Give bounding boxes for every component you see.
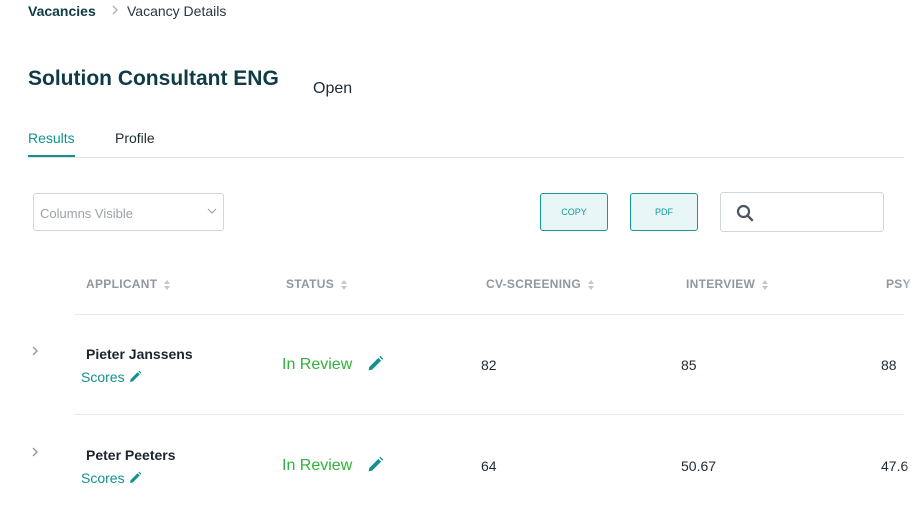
expand-row-chevron-icon[interactable] bbox=[30, 445, 40, 462]
page-title: Solution Consultant ENG bbox=[28, 67, 279, 90]
chevron-down-icon bbox=[207, 208, 217, 214]
columns-visible-placeholder: Columns Visible bbox=[40, 206, 133, 221]
search-icon bbox=[736, 204, 754, 222]
pdf-button[interactable]: PDF bbox=[630, 193, 698, 231]
table-overflow-fade bbox=[904, 260, 924, 505]
edit-status-pencil-icon[interactable] bbox=[366, 456, 384, 479]
interview-score: 85 bbox=[681, 357, 697, 373]
columns-visible-select[interactable]: Columns Visible bbox=[33, 193, 224, 231]
copy-button[interactable]: COPY bbox=[540, 193, 608, 231]
column-header-interview[interactable]: INTERVIEW bbox=[686, 277, 769, 291]
expand-row-chevron-icon[interactable] bbox=[30, 344, 40, 361]
column-header-label: APPLICANT bbox=[86, 277, 158, 291]
cv-screening-score: 64 bbox=[481, 458, 497, 474]
column-header-label: CV-SCREENING bbox=[486, 277, 581, 291]
sort-icon bbox=[164, 279, 171, 290]
tabs-divider bbox=[28, 157, 904, 158]
interview-score: 50.67 bbox=[681, 458, 717, 474]
psy-score: 88 bbox=[881, 357, 897, 373]
status-label: In Review bbox=[282, 356, 353, 373]
edit-status-pencil-icon[interactable] bbox=[366, 355, 384, 378]
column-header-label: INTERVIEW bbox=[686, 277, 756, 291]
pencil-icon bbox=[129, 471, 141, 483]
column-header-status[interactable]: STATUS bbox=[286, 277, 348, 291]
tab-profile[interactable]: Profile bbox=[115, 130, 155, 146]
sort-icon bbox=[341, 279, 348, 290]
header-divider bbox=[75, 314, 904, 315]
cv-screening-score: 82 bbox=[481, 357, 497, 373]
sort-icon bbox=[762, 279, 769, 290]
active-tab-indicator bbox=[28, 155, 75, 157]
pencil-icon bbox=[129, 370, 141, 382]
breadcrumb-vacancies-link[interactable]: Vacancies bbox=[28, 3, 96, 19]
scores-label: Scores bbox=[81, 369, 125, 385]
tab-results[interactable]: Results bbox=[28, 130, 75, 146]
column-header-cv-screening[interactable]: CV-SCREENING bbox=[486, 277, 595, 291]
sort-icon bbox=[587, 279, 594, 290]
scores-link[interactable]: Scores bbox=[81, 470, 142, 486]
applicant-name[interactable]: Pieter Janssens bbox=[86, 346, 193, 362]
row-divider bbox=[75, 414, 904, 415]
breadcrumb-current: Vacancy Details bbox=[127, 3, 227, 19]
status-label: In Review bbox=[282, 457, 353, 474]
scores-label: Scores bbox=[81, 470, 125, 486]
breadcrumb-chevron-icon bbox=[110, 3, 120, 20]
column-header-applicant[interactable]: APPLICANT bbox=[86, 277, 171, 291]
column-header-label: STATUS bbox=[286, 277, 335, 291]
vacancy-status: Open bbox=[313, 80, 353, 97]
search-box[interactable] bbox=[720, 192, 884, 232]
applicant-name[interactable]: Peter Peeters bbox=[86, 447, 176, 463]
scores-link[interactable]: Scores bbox=[81, 369, 142, 385]
search-input[interactable] bbox=[761, 201, 883, 225]
